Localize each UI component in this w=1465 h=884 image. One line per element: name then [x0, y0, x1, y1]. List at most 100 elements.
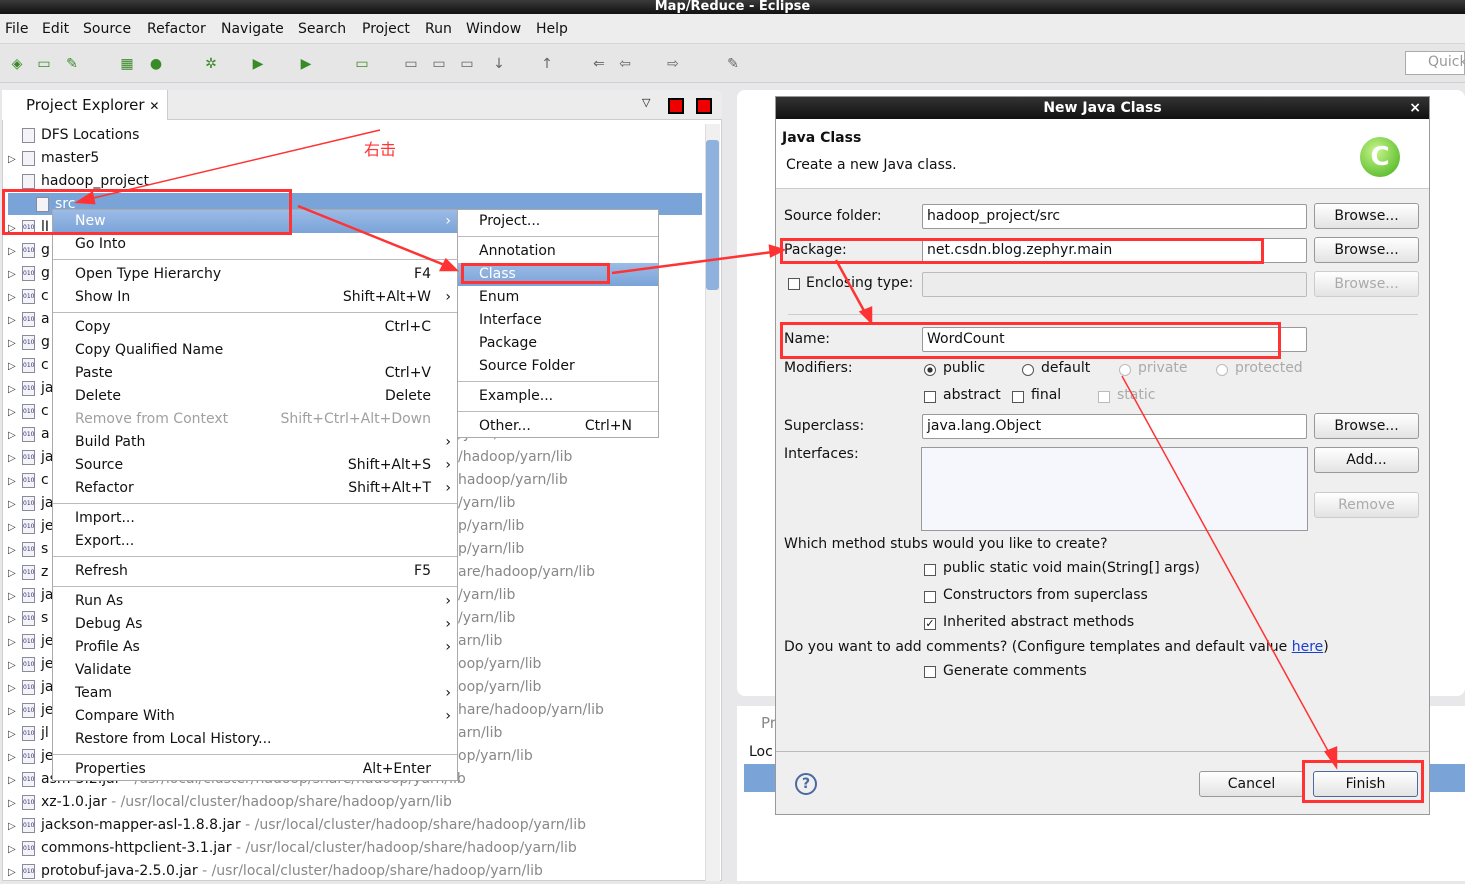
menu-item-export[interactable]: Export... — [53, 530, 457, 553]
menu-edit[interactable]: Edit — [42, 21, 69, 37]
next-annotation-icon[interactable]: ↓ — [490, 55, 508, 73]
stub-checkbox[interactable] — [924, 591, 936, 603]
brush-icon[interactable]: ✎ — [63, 55, 81, 73]
modifier-radio-protected[interactable] — [1216, 364, 1228, 376]
expand-icon[interactable]: ▷ — [8, 838, 22, 861]
tree-item[interactable]: ▷ 010 xz-1.0.jar - /usr/local/cluster/hado… — [8, 791, 452, 814]
menu-item-interface[interactable]: Interface — [458, 309, 658, 332]
tab-project-explorer[interactable]: Project Explorer ✕ — [2, 90, 168, 120]
tree-item[interactable]: ▷ 010 je — [8, 699, 54, 722]
menu-item-copy-qualified-name[interactable]: Copy Qualified Name — [53, 339, 457, 362]
expand-icon[interactable]: ▷ — [8, 332, 22, 355]
menu-item-open-type-hierarchy[interactable]: Open Type Hierarchy F4 — [53, 263, 457, 286]
open-icon[interactable]: ◈ — [8, 55, 26, 73]
tree-item[interactable]: ▷ 010 g — [8, 331, 50, 354]
pin-icon[interactable]: ✎ — [724, 55, 742, 73]
menu-item-validate[interactable]: Validate — [53, 659, 457, 682]
view-menu-icon[interactable]: ▽ — [642, 96, 650, 109]
tree-item[interactable]: ▷ 010 ja — [8, 446, 53, 469]
menu-item-paste[interactable]: Paste Ctrl+V — [53, 362, 457, 385]
help-icon[interactable]: ? — [795, 773, 817, 795]
expand-icon[interactable]: ▷ — [8, 424, 22, 447]
expand-icon[interactable]: ▷ — [8, 539, 22, 562]
menu-run[interactable]: Run — [425, 21, 452, 37]
add-interface-button[interactable]: Add... — [1314, 447, 1419, 473]
menu-item-debug-as[interactable]: Debug As › — [53, 613, 457, 636]
configure-templates-link[interactable]: here — [1292, 639, 1324, 655]
tree-item[interactable]: ▷ 010 c — [8, 285, 49, 308]
new-file-icon[interactable]: ▭ — [353, 55, 371, 73]
menu-item-compare-with[interactable]: Compare With › — [53, 705, 457, 728]
tree-item[interactable]: ▷ 010 je — [8, 653, 54, 676]
tree-item[interactable]: ▷ 010 g — [8, 239, 50, 262]
menu-item-enum[interactable]: Enum — [458, 286, 658, 309]
abstract-checkbox[interactable] — [924, 391, 936, 403]
save-icon[interactable]: ▭ — [402, 55, 420, 73]
expand-icon[interactable]: ▷ — [8, 148, 22, 171]
tree-item[interactable]: ▷ 010 c — [8, 354, 49, 377]
tree-item[interactable]: ▷ 010 je — [8, 745, 54, 768]
menu-item-source-folder[interactable]: Source Folder — [458, 355, 658, 378]
menu-item-refresh[interactable]: Refresh F5 — [53, 560, 457, 583]
folder-icon[interactable]: ▭ — [35, 55, 53, 73]
expand-icon[interactable]: ▷ — [8, 815, 22, 838]
tree-item[interactable]: ▷ 010 s — [8, 538, 48, 561]
expand-icon[interactable]: ▷ — [8, 608, 22, 631]
tree-item[interactable]: ▷ 010 ja — [8, 676, 53, 699]
maximize-icon[interactable] — [696, 98, 712, 114]
static-checkbox[interactable] — [1098, 391, 1110, 403]
tree-item[interactable]: ▷ 010 ja — [8, 584, 53, 607]
menu-item-annotation[interactable]: Annotation — [458, 240, 658, 263]
expand-icon[interactable]: ▷ — [8, 378, 22, 401]
modifier-radio-private[interactable] — [1119, 364, 1131, 376]
modifier-radio-default[interactable] — [1022, 364, 1034, 376]
modifier-radio-public[interactable] — [924, 364, 936, 376]
menu-file[interactable]: File — [5, 21, 28, 37]
expand-icon[interactable]: ▷ — [8, 263, 22, 286]
tree-item[interactable]: ▷ 010 jl — [8, 722, 49, 745]
forward-icon[interactable]: ⇨ — [664, 55, 682, 73]
back-icon[interactable]: ⇦ — [616, 55, 634, 73]
tree-item[interactable]: ▷ 010 a — [8, 308, 50, 331]
expand-icon[interactable]: ▷ — [8, 562, 22, 585]
source-folder-input[interactable]: hadoop_project/src — [922, 204, 1307, 229]
expand-icon[interactable]: ▷ — [8, 286, 22, 309]
print-icon[interactable]: ▭ — [458, 55, 476, 73]
tree-item[interactable]: ▷ 010 s — [8, 607, 48, 630]
expand-icon[interactable]: ▷ — [8, 240, 22, 263]
menu-item-source[interactable]: Source Shift+Alt+S › — [53, 454, 457, 477]
menu-item-profile-as[interactable]: Profile As › — [53, 636, 457, 659]
remove-interface-button[interactable]: Remove — [1314, 492, 1419, 518]
expand-icon[interactable]: ▷ — [8, 516, 22, 539]
browse-source-folder-button[interactable]: Browse... — [1314, 203, 1419, 229]
menu-search[interactable]: Search — [298, 21, 346, 37]
final-checkbox[interactable] — [1012, 391, 1024, 403]
enclosing-type-input[interactable] — [922, 272, 1307, 297]
tree-item[interactable]: DFS Locations — [8, 124, 139, 147]
tree-item[interactable]: ▷ 010 ja — [8, 492, 53, 515]
tree-item[interactable]: ▷ master5 — [8, 147, 99, 170]
prev-annotation-icon[interactable]: ↑ — [538, 55, 556, 73]
tree-item[interactable]: ▷ 010 g — [8, 262, 50, 285]
menu-item-delete[interactable]: Delete Delete — [53, 385, 457, 408]
tree-item[interactable]: ▷ 010 ja — [8, 377, 53, 400]
expand-icon[interactable]: ▷ — [8, 700, 22, 723]
save-all-icon[interactable]: ▭ — [430, 55, 448, 73]
tree-item[interactable]: ▷ 010 je — [8, 630, 54, 653]
browse-package-button[interactable]: Browse... — [1314, 237, 1419, 263]
expand-icon[interactable]: ▷ — [8, 746, 22, 769]
menu-item-copy[interactable]: Copy Ctrl+C — [53, 316, 457, 339]
expand-icon[interactable]: ▷ — [8, 585, 22, 608]
tree-item[interactable]: ▷ 010 c — [8, 469, 49, 492]
menu-item-run-as[interactable]: Run As › — [53, 590, 457, 613]
interfaces-list[interactable] — [921, 447, 1308, 531]
tree-item[interactable]: ▷ 010 protobuf-java-2.5.0.jar - /usr/local… — [8, 860, 543, 883]
expand-icon[interactable]: ▷ — [8, 723, 22, 746]
menu-source[interactable]: Source — [83, 21, 131, 37]
scrollbar-thumb[interactable] — [706, 140, 719, 290]
expand-icon[interactable]: ▷ — [8, 493, 22, 516]
menu-item-remove-from-context[interactable]: Remove from Context Shift+Ctrl+Alt+Down — [53, 408, 457, 431]
debug-icon[interactable]: ✲ — [202, 55, 220, 73]
menu-window[interactable]: Window — [466, 21, 521, 37]
stub-checkbox[interactable]: ✓ — [924, 618, 936, 630]
